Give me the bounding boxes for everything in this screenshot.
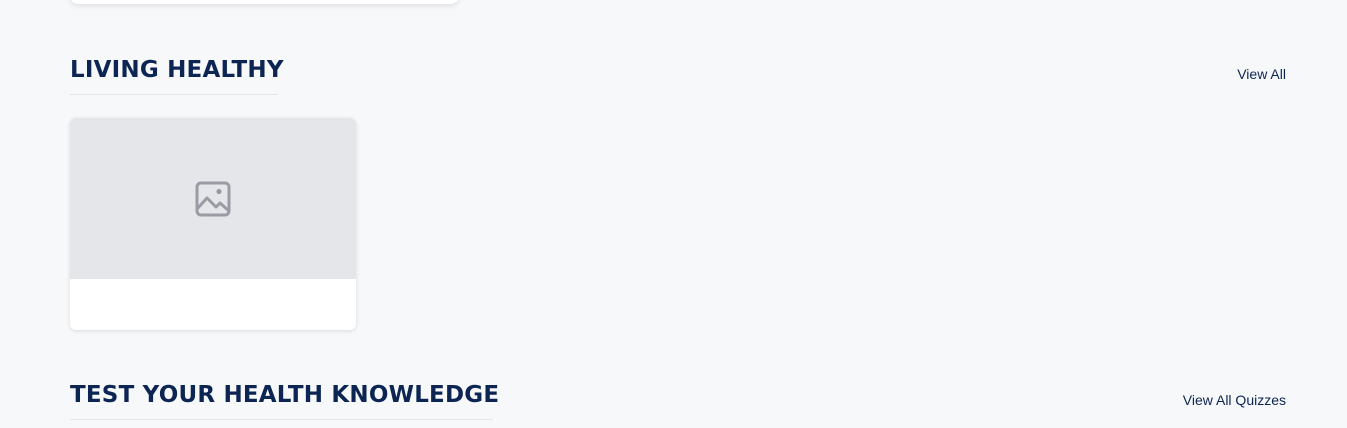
article-card[interactable] <box>70 118 356 330</box>
view-all-link[interactable]: View All <box>1237 66 1286 82</box>
section-title-living-healthy: LIVING HEALTHY <box>70 56 284 95</box>
card-body <box>70 279 356 330</box>
view-all-quizzes-link[interactable]: View All Quizzes <box>1183 392 1286 408</box>
card-image-placeholder <box>70 118 356 279</box>
previous-section-card[interactable] <box>70 0 459 4</box>
image-placeholder-icon <box>194 180 232 218</box>
section-title-test-your-health-knowledge: TEST YOUR HEALTH KNOWLEDGE <box>70 381 499 420</box>
